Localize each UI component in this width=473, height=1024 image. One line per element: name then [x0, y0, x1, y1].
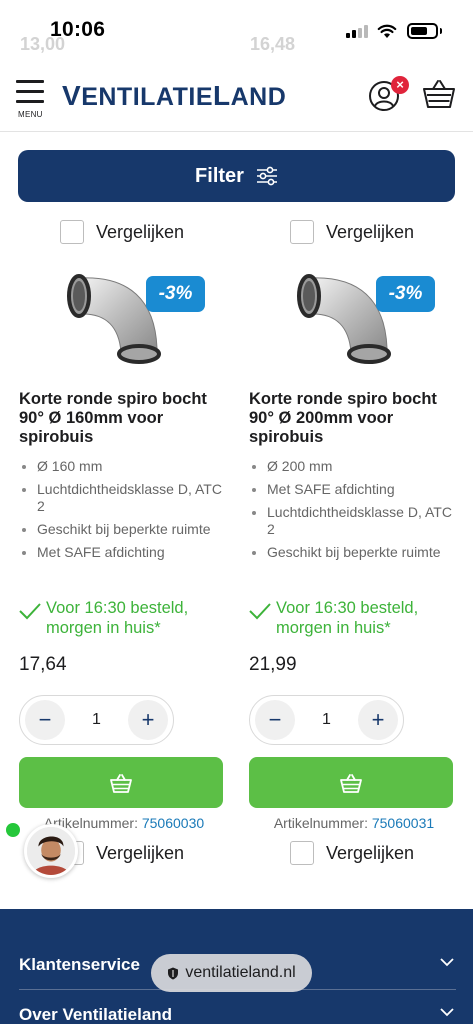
url-text: ventilatieland.nl	[185, 964, 296, 981]
spec-item: Ø 200 mm	[249, 458, 459, 475]
compare-toggle[interactable]: Vergelijken	[60, 220, 184, 244]
increase-quantity-button[interactable]: +	[358, 700, 398, 740]
cellular-signal-icon	[346, 25, 368, 38]
spec-item: Luchtdichtheidsklasse D, ATC 2	[249, 504, 459, 538]
article-number: Artikelnummer: 75060031	[273, 815, 435, 831]
ventilatieland-logo[interactable]: VENTILATIELAND	[62, 80, 286, 112]
decrease-quantity-button[interactable]: −	[25, 700, 65, 740]
basket-icon[interactable]	[422, 78, 456, 110]
spec-item: Met SAFE afdichting	[19, 544, 229, 561]
chevron-down-icon	[440, 1008, 454, 1017]
delivery-text: Voor 16:30 besteld, morgen in huis*	[46, 599, 189, 637]
status-bar: 13,00 16,48 10:06	[0, 0, 473, 60]
compare-toggle[interactable]: Vergelijken	[60, 841, 184, 865]
spec-list: Ø 200 mm Met SAFE afdichting Luchtdichth…	[249, 458, 459, 567]
sliders-icon	[256, 166, 277, 186]
product-title[interactable]: Korte ronde spiro bocht 90° Ø 200mm voor…	[249, 390, 459, 447]
filter-button[interactable]: Filter	[18, 150, 455, 202]
quantity-stepper: 1 − +	[19, 695, 174, 745]
chevron-down-icon	[440, 958, 454, 967]
chat-agent-avatar[interactable]	[24, 824, 78, 878]
compare-toggle[interactable]: Vergelijken	[290, 220, 414, 244]
decrease-quantity-button[interactable]: −	[255, 700, 295, 740]
shield-icon	[168, 967, 179, 979]
online-status-indicator	[6, 823, 20, 837]
add-to-cart-button[interactable]	[249, 757, 453, 808]
spec-item: Luchtdichtheidsklasse D, ATC 2	[19, 481, 229, 515]
checkmark-icon	[249, 603, 271, 620]
discount-badge: -3%	[376, 276, 435, 312]
filter-label: Filter	[195, 164, 244, 187]
footer-item-over-ventilatieland[interactable]: Over Ventilatieland	[19, 1005, 456, 1024]
price: 21,99	[249, 654, 297, 675]
compare-toggle[interactable]: Vergelijken	[290, 841, 414, 865]
browser-address-bar[interactable]: ventilatieland.nl	[151, 954, 312, 992]
spec-list: Ø 160 mm Luchtdichtheidsklasse D, ATC 2 …	[19, 458, 229, 567]
menu-button[interactable]: MENU	[16, 80, 46, 119]
spec-item: Geschikt bij beperkte ruimte	[249, 544, 459, 561]
add-to-cart-button[interactable]	[19, 757, 223, 808]
compare-checkbox[interactable]	[60, 220, 84, 244]
delivery-text: Voor 16:30 besteld, morgen in huis*	[276, 599, 419, 637]
checkmark-icon	[19, 603, 41, 620]
battery-icon	[407, 23, 438, 39]
compare-checkbox[interactable]	[290, 220, 314, 244]
discount-badge: -3%	[146, 276, 205, 312]
menu-label: MENU	[18, 110, 43, 119]
compare-label: Vergelijken	[96, 842, 185, 863]
compare-label: Vergelijken	[326, 842, 415, 863]
clock: 10:06	[50, 18, 106, 41]
compare-checkbox[interactable]	[290, 841, 314, 865]
site-header: MENU VENTILATIELAND ×	[0, 60, 473, 132]
compare-label: Vergelijken	[96, 221, 185, 242]
person-icon	[27, 827, 75, 875]
compare-label: Vergelijken	[326, 221, 415, 242]
delivery-promise: Voor 16:30 besteld, morgen in huis*	[19, 598, 229, 638]
basket-icon	[110, 773, 132, 793]
price: 17,64	[19, 654, 67, 675]
delivery-promise: Voor 16:30 besteld, morgen in huis*	[249, 598, 459, 638]
increase-quantity-button[interactable]: +	[128, 700, 168, 740]
ghost-price: 16,48	[250, 34, 296, 54]
product-title[interactable]: Korte ronde spiro bocht 90° Ø 160mm voor…	[19, 390, 229, 447]
spec-item: Ø 160 mm	[19, 458, 229, 475]
basket-icon	[340, 773, 362, 793]
account-notification-badge: ×	[391, 76, 409, 94]
wifi-icon	[377, 24, 397, 38]
spec-item: Geschikt bij beperkte ruimte	[19, 521, 229, 538]
quantity-stepper: 1 − +	[249, 695, 404, 745]
spec-item: Met SAFE afdichting	[249, 481, 459, 498]
